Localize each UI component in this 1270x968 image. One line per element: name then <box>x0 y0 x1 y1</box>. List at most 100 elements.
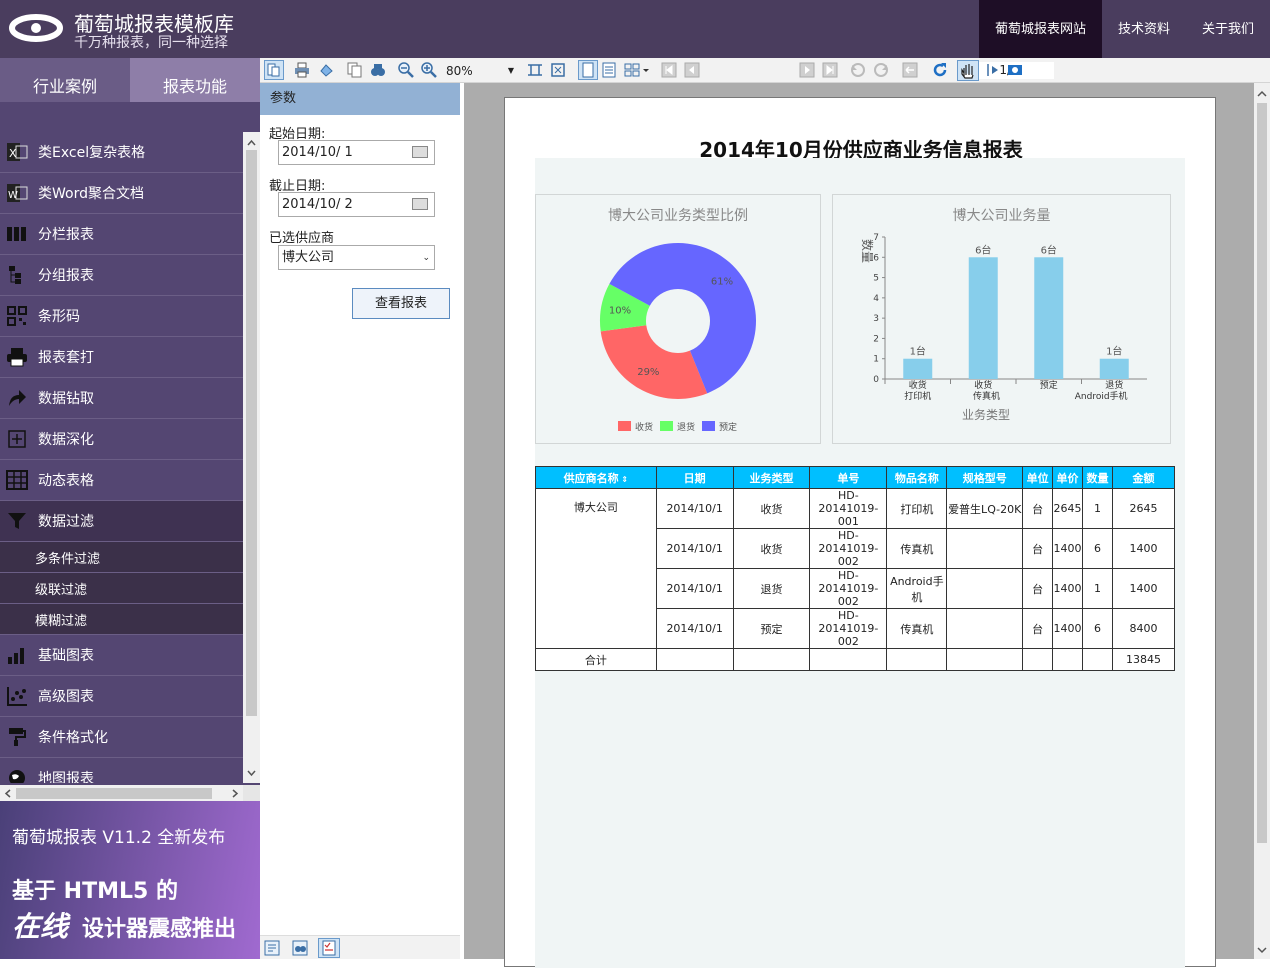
x-tick-label-line2: Android手机 <box>1075 390 1128 402</box>
copy-icon[interactable] <box>347 62 363 78</box>
table-cell-amount: 8400 <box>1111 608 1176 649</box>
nav-about-us[interactable]: 关于我们 <box>1186 0 1270 58</box>
tab-industry-cases[interactable]: 行业案例 <box>0 58 130 102</box>
start-date-input[interactable]: 2014/10/ 1 <box>278 140 435 165</box>
grapecity-logo-icon[interactable] <box>8 8 64 48</box>
view-report-button[interactable]: 查看报表 <box>352 288 450 319</box>
sidebar-item-map[interactable]: 地图报表 <box>0 758 243 783</box>
report-viewer[interactable]: 2014年10月份供应商业务信息报表 博大公司业务类型比例 29% 10% 61% 收… <box>464 83 1254 968</box>
pie-data-label: 10% <box>609 305 631 316</box>
chevron-down-icon: ▼ <box>507 66 514 75</box>
table-cell-type: 预定 <box>732 608 811 649</box>
sidebar-item-label: 条形码 <box>38 309 80 325</box>
bar-data-label: 6台 <box>1041 243 1057 256</box>
page-width-icon[interactable] <box>527 62 543 78</box>
sidebar-item-excel[interactable]: X 类Excel复杂表格 <box>0 132 243 173</box>
table-cell-item: 传真机 <box>886 608 948 649</box>
total-row: 合计 13845 <box>535 648 1176 671</box>
sidebar-item-print[interactable]: 报表套打 <box>0 337 243 378</box>
tab-report-features[interactable]: 报表功能 <box>130 58 260 102</box>
sort-icon[interactable]: ⇕ <box>619 475 628 484</box>
next-page-icon[interactable] <box>799 62 815 78</box>
x-tick-label-line2: 打印机 <box>904 390 931 402</box>
snapshot-icon[interactable] <box>1007 62 1023 78</box>
pie-chart: 29% 10% 61% 收货 退货 预定 <box>600 242 756 433</box>
sidebar-subitem-cascade-filter[interactable]: 级联过滤 <box>0 573 243 604</box>
sidebar-item-label: 高级图表 <box>38 689 94 705</box>
multi-page-dropdown-icon[interactable] <box>642 62 650 78</box>
sidebar-subitem-multi-filter[interactable]: 多条件过滤 <box>0 542 243 573</box>
table-cell-item: Android手机 <box>886 568 948 609</box>
zoom-in-icon[interactable] <box>421 62 437 78</box>
viewer-vertical-scrollbar[interactable] <box>1254 83 1270 959</box>
table-cell-date: 2014/10/1 <box>655 568 734 609</box>
report-page: 2014年10月份供应商业务信息报表 博大公司业务类型比例 29% 10% 61% 收… <box>504 97 1216 968</box>
sidebar-item-label: 类Excel复杂表格 <box>38 145 146 161</box>
sidebar-item-drilldown[interactable]: 数据深化 <box>0 419 243 460</box>
sidebar-horizontal-scrollbar[interactable] <box>0 785 243 802</box>
previous-page-icon[interactable] <box>684 62 700 78</box>
sidebar-item-advanced-chart[interactable]: 高级图表 <box>0 676 243 717</box>
pan-hand-icon[interactable] <box>957 60 979 81</box>
promo-banner[interactable]: 葡萄城报表 V11.2 全新发布 基于 HTML5 的 在线 设计器震感推出 <box>0 801 260 959</box>
nav-website[interactable]: 葡萄城报表网站 <box>978 0 1102 58</box>
sidebar-item-barcode[interactable]: 条形码 <box>0 296 243 337</box>
sidebar-item-filter[interactable]: 数据过滤 <box>0 501 243 542</box>
bar-chart-icon <box>4 645 30 665</box>
sidebar-menu: X 类Excel复杂表格 W 类Word聚合文档 分栏报表 分组报表 条形码 报… <box>0 132 243 783</box>
top-header: 葡萄城报表模板库 千万种报表，同一种选择 葡萄城报表网站 技术资料 关于我们 <box>0 0 1270 58</box>
toggle-sidebar-icon[interactable] <box>264 60 284 80</box>
sidebar-item-label: 动态表格 <box>38 473 94 489</box>
whole-page-icon[interactable] <box>550 62 566 78</box>
y-axis-title: 数量 <box>860 239 875 263</box>
parameters-header: 参数 <box>260 83 460 115</box>
table-body: 博大公司 2014/10/1 收货 HD-20141019-001 打印机 爱普生LQ-2… <box>535 488 1176 671</box>
promo-line-3b: 设计器震感推出 <box>82 917 237 942</box>
single-page-view-icon[interactable] <box>578 60 598 80</box>
promo-line-1: 葡萄城报表 V11.2 全新发布 <box>12 828 226 848</box>
sidebar-vertical-scrollbar[interactable] <box>243 132 260 783</box>
sidebar-item-columns[interactable]: 分栏报表 <box>0 214 243 255</box>
export-icon[interactable] <box>318 62 334 78</box>
sidebar-item-dynamic-table[interactable]: 动态表格 <box>0 460 243 501</box>
supplier-select[interactable]: 博大公司 ⌄ <box>278 245 435 270</box>
y-tick-label: 3 <box>873 314 879 324</box>
document-map-icon[interactable] <box>264 940 280 956</box>
zoom-out-icon[interactable] <box>398 62 414 78</box>
sidebar-item-drill[interactable]: 数据钻取 <box>0 378 243 419</box>
refresh-icon[interactable] <box>932 62 948 78</box>
calendar-icon[interactable] <box>412 146 428 158</box>
first-page-icon[interactable] <box>661 62 677 78</box>
table-cell-type: 收货 <box>732 488 811 529</box>
columns-icon <box>4 224 30 244</box>
sidebar-item-word[interactable]: W 类Word聚合文档 <box>0 173 243 214</box>
sidebar-item-basic-chart[interactable]: 基础图表 <box>0 635 243 676</box>
find-icon[interactable] <box>370 62 386 78</box>
multi-page-view-icon[interactable] <box>624 62 640 78</box>
continuous-view-icon[interactable] <box>601 62 617 78</box>
sidebar-item-group[interactable]: 分组报表 <box>0 255 243 296</box>
end-date-input[interactable]: 2014/10/ 2 <box>278 192 435 217</box>
group-icon <box>4 265 30 285</box>
search-results-icon[interactable] <box>292 940 308 956</box>
nav-tech-docs[interactable]: 技术资料 <box>1102 0 1186 58</box>
brand-subtitle: 千万种报表，同一种选择 <box>74 35 228 51</box>
print-icon[interactable] <box>294 62 310 78</box>
select-text-icon[interactable] <box>984 62 1000 78</box>
back-icon[interactable] <box>850 62 866 78</box>
column-header[interactable]: 供应商名称 ⇕ <box>535 466 657 489</box>
column-header: 数量 <box>1082 466 1113 489</box>
last-page-icon[interactable] <box>822 62 838 78</box>
parameters-toggle-icon[interactable] <box>318 938 340 958</box>
zoom-select[interactable]: 80% ▼ <box>444 62 516 79</box>
sidebar-subitem-fuzzy-filter[interactable]: 模糊过滤 <box>0 604 243 635</box>
forward-icon[interactable] <box>873 62 889 78</box>
sidebar-tabs: 行业案例 报表功能 <box>0 58 260 102</box>
column-header: 单位 <box>1022 466 1054 489</box>
sidebar-item-label: 数据钻取 <box>38 391 94 407</box>
supplier-cell: 博大公司 <box>535 488 657 649</box>
back-to-parent-icon[interactable] <box>902 62 918 78</box>
bar-chart-panel: 博大公司业务量 0 1 2 3 4 5 6 7 1台 收货 6台 收货 6台 预定 1台 退货 打印机 传真机 An… <box>832 194 1171 444</box>
sidebar-item-conditional-format[interactable]: 条件格式化 <box>0 717 243 758</box>
calendar-icon[interactable] <box>412 198 428 210</box>
